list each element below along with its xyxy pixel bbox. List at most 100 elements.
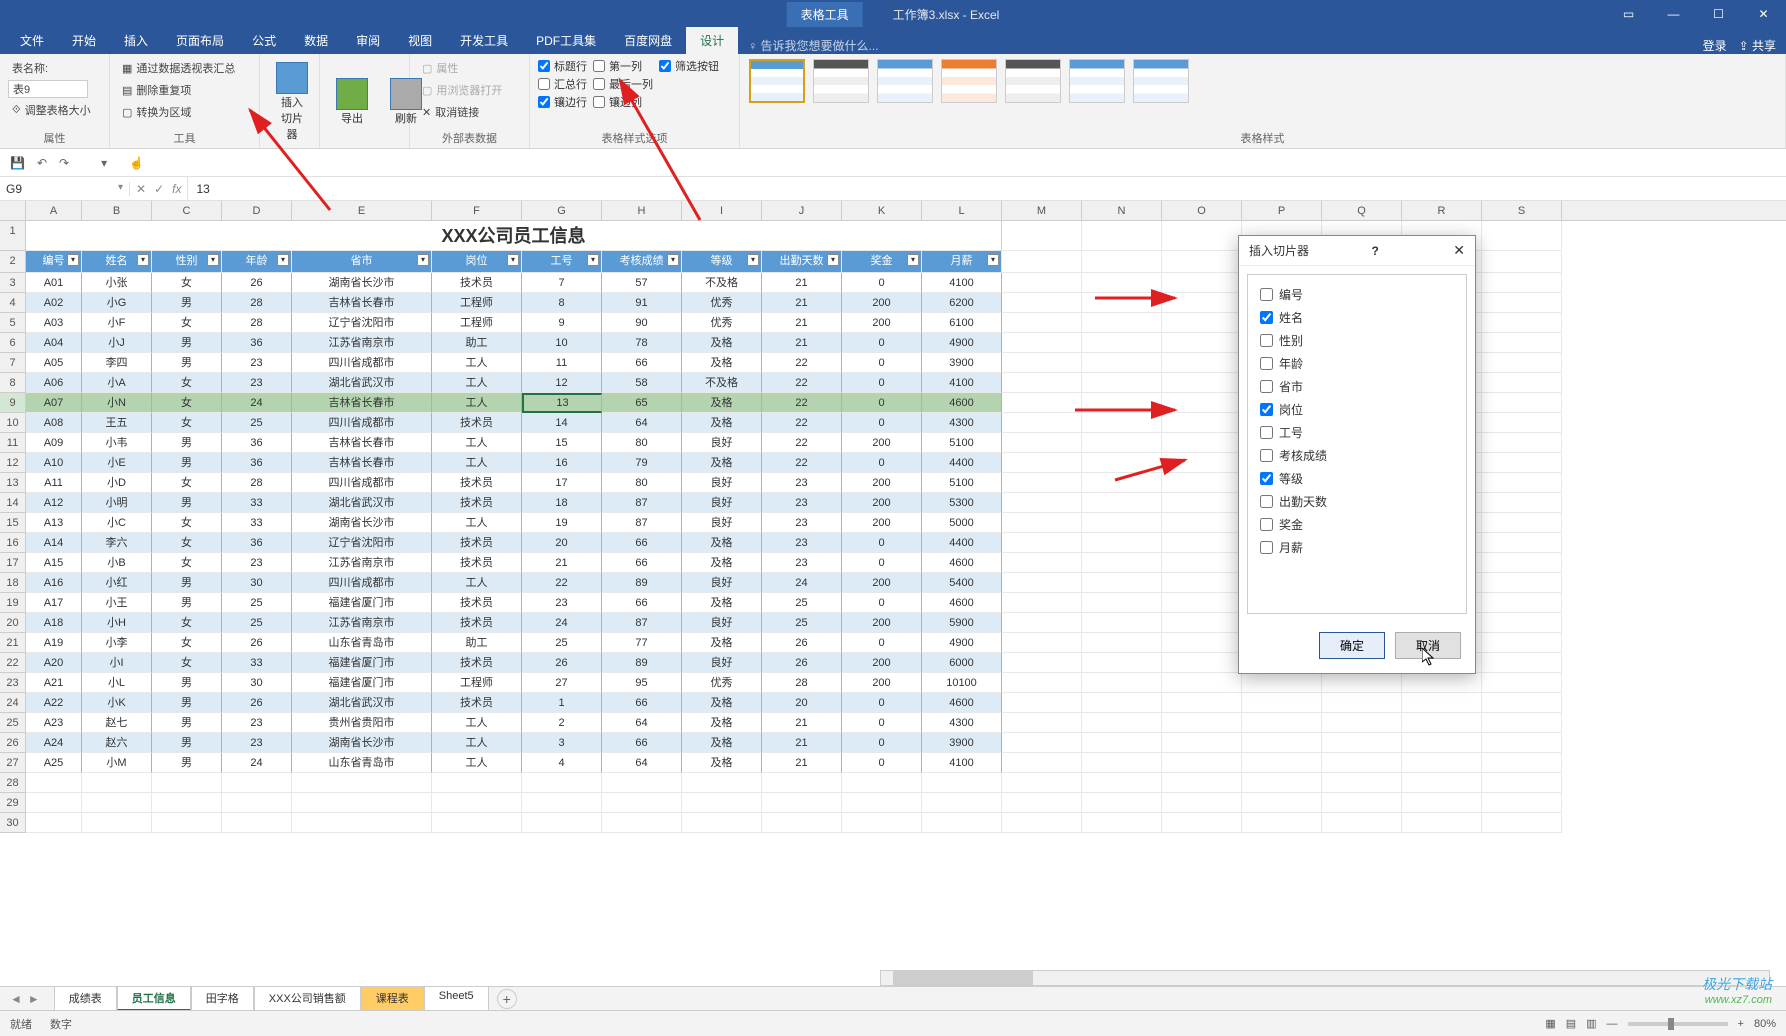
table-column-header[interactable]: 考核成绩▾ (602, 251, 682, 273)
empty-cell[interactable] (1162, 373, 1242, 393)
table-cell[interactable]: 小N (82, 393, 152, 413)
table-cell[interactable]: 女 (152, 313, 222, 333)
filter-icon[interactable]: ▾ (827, 254, 839, 266)
table-cell[interactable]: 23 (762, 493, 842, 513)
column-header[interactable]: H (602, 201, 682, 220)
table-cell[interactable]: A24 (26, 733, 82, 753)
table-cell[interactable]: 工人 (432, 453, 522, 473)
table-cell[interactable]: 0 (842, 373, 922, 393)
table-cell[interactable]: 工人 (432, 373, 522, 393)
table-cell[interactable]: 0 (842, 593, 922, 613)
slicer-field-option[interactable]: 等级 (1258, 467, 1456, 490)
empty-cell[interactable] (922, 813, 1002, 833)
table-cell[interactable]: 0 (842, 413, 922, 433)
ribbon-tab-插入[interactable]: 插入 (110, 27, 162, 54)
column-header[interactable]: E (292, 201, 432, 220)
table-cell[interactable]: 10100 (922, 673, 1002, 693)
column-header[interactable]: I (682, 201, 762, 220)
table-cell[interactable]: 吉林省长春市 (292, 433, 432, 453)
empty-cell[interactable] (1482, 373, 1562, 393)
table-cell[interactable]: 湖南省长沙市 (292, 273, 432, 293)
table-cell[interactable]: 22 (762, 353, 842, 373)
empty-cell[interactable] (1162, 813, 1242, 833)
table-cell[interactable]: 优秀 (682, 293, 762, 313)
empty-cell[interactable] (1242, 673, 1322, 693)
table-cell[interactable]: A17 (26, 593, 82, 613)
table-cell[interactable]: 91 (602, 293, 682, 313)
table-cell[interactable]: 工人 (432, 513, 522, 533)
empty-cell[interactable] (292, 773, 432, 793)
table-cell[interactable]: 技术员 (432, 653, 522, 673)
empty-cell[interactable] (522, 813, 602, 833)
column-header[interactable]: B (82, 201, 152, 220)
table-cell[interactable]: 福建省厦门市 (292, 653, 432, 673)
column-header[interactable]: N (1082, 201, 1162, 220)
table-cell[interactable]: 男 (152, 293, 222, 313)
table-cell[interactable]: 4400 (922, 533, 1002, 553)
empty-cell[interactable] (1482, 473, 1562, 493)
filter-icon[interactable]: ▾ (507, 254, 519, 266)
empty-cell[interactable] (1162, 493, 1242, 513)
table-cell[interactable]: 24 (762, 573, 842, 593)
table-cell[interactable]: 技术员 (432, 273, 522, 293)
table-cell[interactable]: 8 (522, 293, 602, 313)
table-cell[interactable]: 小I (82, 653, 152, 673)
table-cell[interactable]: 4400 (922, 453, 1002, 473)
table-cell[interactable]: 技术员 (432, 693, 522, 713)
sheet-nav-prev-icon[interactable]: ◄ (10, 992, 22, 1006)
empty-cell[interactable] (1482, 533, 1562, 553)
table-cell[interactable]: 及格 (682, 533, 762, 553)
table-cell[interactable]: 22 (762, 373, 842, 393)
table-cell[interactable]: 技术员 (432, 553, 522, 573)
empty-cell[interactable] (1002, 353, 1082, 373)
table-cell[interactable]: 200 (842, 673, 922, 693)
table-cell[interactable]: 工程师 (432, 313, 522, 333)
sheet-tab[interactable]: 员工信息 (117, 986, 191, 1011)
table-cell[interactable]: 0 (842, 273, 922, 293)
filter-icon[interactable]: ▾ (277, 254, 289, 266)
table-cell[interactable]: 小H (82, 613, 152, 633)
table-cell[interactable]: 25 (222, 613, 292, 633)
table-cell[interactable]: 福建省厦门市 (292, 673, 432, 693)
cancel-formula-icon[interactable]: ✕ (136, 182, 146, 196)
empty-cell[interactable] (1402, 673, 1482, 693)
table-cell[interactable]: 6000 (922, 653, 1002, 673)
table-cell[interactable]: 赵七 (82, 713, 152, 733)
table-cell[interactable]: 4600 (922, 393, 1002, 413)
table-cell[interactable]: 11 (522, 353, 602, 373)
table-cell[interactable]: 湖南省长沙市 (292, 513, 432, 533)
empty-cell[interactable] (82, 813, 152, 833)
empty-cell[interactable] (1162, 473, 1242, 493)
table-cell[interactable]: 21 (762, 333, 842, 353)
table-cell[interactable]: 0 (842, 553, 922, 573)
row-header[interactable]: 3 (0, 273, 26, 293)
empty-cell[interactable] (1322, 753, 1402, 773)
table-cell[interactable]: A18 (26, 613, 82, 633)
slicer-field-option[interactable]: 月薪 (1258, 536, 1456, 559)
row-header[interactable]: 8 (0, 373, 26, 393)
ribbon-tab-设计[interactable]: 设计 (686, 27, 738, 54)
empty-cell[interactable] (1002, 613, 1082, 633)
banded-rows-checkbox[interactable]: 镶边行 (538, 94, 587, 110)
empty-cell[interactable] (1322, 793, 1402, 813)
table-cell[interactable]: 10 (522, 333, 602, 353)
empty-cell[interactable] (1082, 513, 1162, 533)
table-cell[interactable]: 小J (82, 333, 152, 353)
dialog-help-icon[interactable]: ? (1371, 244, 1378, 258)
empty-cell[interactable] (1082, 313, 1162, 333)
table-cell[interactable]: A22 (26, 693, 82, 713)
table-cell[interactable]: 四川省成都市 (292, 573, 432, 593)
table-cell[interactable]: 0 (842, 333, 922, 353)
table-column-header[interactable]: 年龄▾ (222, 251, 292, 273)
table-cell[interactable]: 23 (222, 373, 292, 393)
ribbon-tab-百度网盘[interactable]: 百度网盘 (610, 27, 686, 54)
table-cell[interactable]: 优秀 (682, 313, 762, 333)
table-cell[interactable]: 25 (222, 413, 292, 433)
table-cell[interactable]: A25 (26, 753, 82, 773)
empty-cell[interactable] (292, 793, 432, 813)
table-cell[interactable]: 23 (762, 513, 842, 533)
table-cell[interactable]: 200 (842, 493, 922, 513)
table-cell[interactable]: 小A (82, 373, 152, 393)
table-cell[interactable]: 26 (222, 693, 292, 713)
slicer-field-option[interactable]: 出勤天数 (1258, 490, 1456, 513)
